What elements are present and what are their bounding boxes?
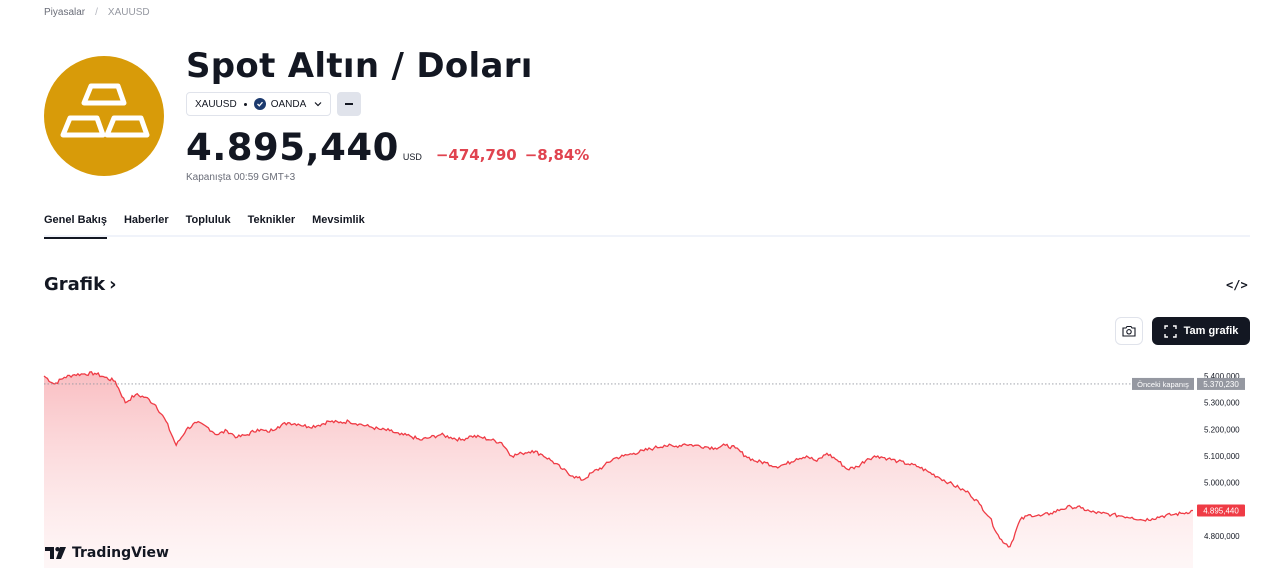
embed-code-icon[interactable]: </> <box>1226 278 1248 292</box>
separator-dot <box>243 102 247 106</box>
tab-seasonals[interactable]: Mevsimlik <box>312 214 382 237</box>
breadcrumb-current: XAUUSD <box>107 7 150 18</box>
verified-check-icon <box>253 98 266 110</box>
last-price-label: 4.895,440 <box>1203 507 1239 516</box>
full-chart-button[interactable]: Tam grafik <box>1152 317 1250 345</box>
y-tick-label: 5.300,000 <box>1204 399 1240 408</box>
chevron-right-icon: › <box>109 274 117 295</box>
price-area-fill <box>44 371 1193 568</box>
y-tick-label: 5.200,000 <box>1204 425 1240 434</box>
y-tick-label: 4.800,000 <box>1204 532 1240 541</box>
tradingview-logo[interactable]: TradingView <box>45 545 169 561</box>
chart-section-label: Grafik <box>44 274 106 295</box>
snapshot-button[interactable] <box>1115 317 1143 345</box>
chart-area-layer <box>43 371 1193 568</box>
previous-close-value: 5.370,230 <box>1203 380 1239 389</box>
tab-news[interactable]: Haberler <box>124 214 186 237</box>
price-change: −474,790 <box>435 146 517 164</box>
breadcrumb: Piyasalar / XAUUSD <box>44 7 150 18</box>
market-close-note: Kapanışta 00:59 GMT+3 <box>186 172 296 183</box>
chevron-down-icon <box>314 99 322 109</box>
minus-button[interactable] <box>337 92 362 116</box>
symbol-selector[interactable]: XAUUSD OANDA <box>186 92 332 116</box>
price-chart[interactable]: 5.400,0005.300,0005.200,0005.100,0005.00… <box>0 350 1280 568</box>
chart-section-title[interactable]: Grafik › <box>44 274 117 295</box>
fullscreen-icon <box>1163 324 1177 338</box>
page-title: Spot Altın / Doları <box>186 46 533 86</box>
symbol-label: XAUUSD <box>195 98 237 110</box>
breadcrumb-separator: / <box>95 7 98 18</box>
breadcrumb-markets[interactable]: Piyasalar <box>44 7 85 18</box>
tab-technicals[interactable]: Teknikler <box>248 214 313 237</box>
exchange-label: OANDA <box>270 98 307 110</box>
price-change-percent: −8,84% <box>524 146 590 164</box>
tradingview-label: TradingView <box>72 545 169 561</box>
gold-bars-logo-icon <box>44 56 164 176</box>
last-price: 4.895,440 <box>186 126 399 169</box>
camera-icon <box>1122 325 1136 337</box>
y-tick-label: 5.100,000 <box>1204 452 1240 461</box>
currency-label: USD <box>402 152 422 162</box>
minus-icon <box>345 103 354 105</box>
y-tick-label: 5.000,000 <box>1204 479 1240 488</box>
price-row: 4.895,440 USD −474,790 −8,84% <box>186 126 589 169</box>
tradingview-icon <box>45 547 66 559</box>
tab-bar: Genel Bakış Haberler Topluluk Teknikler … <box>44 214 1250 239</box>
previous-close-label: Önceki kapanış <box>1137 380 1189 389</box>
full-chart-label: Tam grafik <box>1183 325 1239 337</box>
tab-community[interactable]: Topluluk <box>186 214 248 237</box>
symbol-row: XAUUSD OANDA <box>186 92 362 116</box>
tab-overview[interactable]: Genel Bakış <box>44 214 124 239</box>
